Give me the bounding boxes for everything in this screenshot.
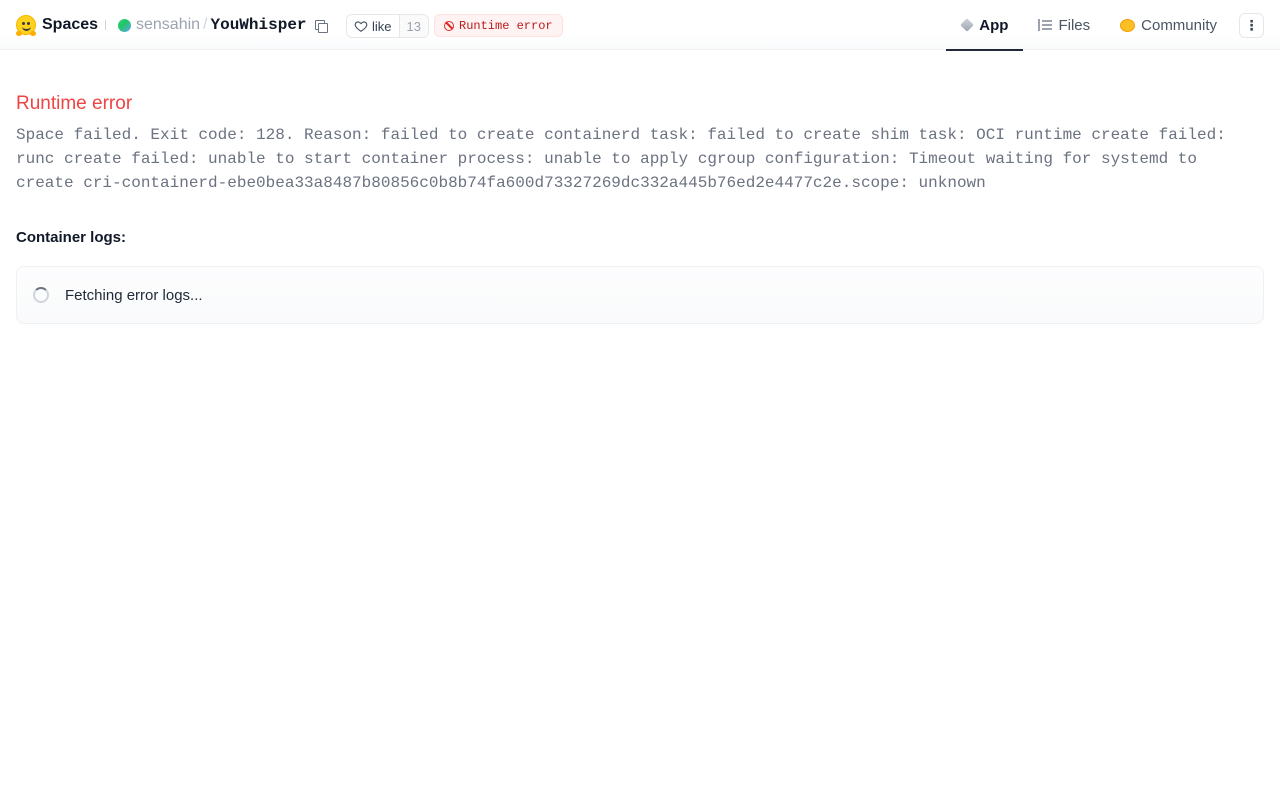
hugging-face-logo-icon: [16, 15, 36, 36]
tab-community[interactable]: Community: [1105, 0, 1232, 50]
tab-files[interactable]: Files: [1023, 0, 1105, 50]
tab-community-label: Community: [1141, 16, 1217, 34]
logs-status-text: Fetching error logs...: [65, 286, 203, 304]
status-label: Runtime error: [459, 18, 553, 33]
tab-files-label: Files: [1058, 16, 1091, 34]
top-header: Spaces sensahin / YouWhisper like 13 Run…: [0, 0, 1280, 51]
copy-icon[interactable]: [314, 18, 328, 33]
more-options-button[interactable]: ⋮: [1239, 12, 1264, 38]
files-icon: [1038, 19, 1053, 31]
ban-icon: [444, 20, 454, 31]
status-badge: Runtime error: [434, 14, 563, 37]
owner-avatar[interactable]: [118, 18, 131, 32]
container-logs-heading: Container logs:: [16, 229, 127, 246]
heart-icon: [354, 21, 368, 32]
like-count[interactable]: 13: [398, 15, 428, 37]
error-title: Runtime error: [16, 93, 133, 114]
cube-icon: [960, 18, 975, 32]
loading-spinner-icon: [33, 287, 49, 303]
tab-app-label: App: [979, 16, 1009, 34]
header-divider: [105, 20, 106, 30]
repo-name-link[interactable]: YouWhisper: [211, 16, 307, 34]
community-icon: [1120, 18, 1136, 32]
breadcrumb-separator: /: [203, 16, 208, 33]
repo-breadcrumb: sensahin / YouWhisper: [118, 15, 328, 35]
owner-link[interactable]: sensahin: [136, 16, 200, 34]
tab-app[interactable]: App: [946, 0, 1024, 51]
error-message: Space failed. Exit code: 128. Reason: fa…: [16, 126, 1226, 192]
like-button[interactable]: like: [347, 15, 399, 37]
spaces-home-link[interactable]: Spaces: [16, 14, 98, 36]
space-tabs: App Files Community ⋮: [946, 0, 1264, 51]
like-group: like 13: [346, 14, 429, 38]
spaces-label: Spaces: [42, 16, 99, 33]
container-logs-panel: Fetching error logs...: [16, 266, 1264, 324]
like-label: like: [372, 18, 392, 34]
